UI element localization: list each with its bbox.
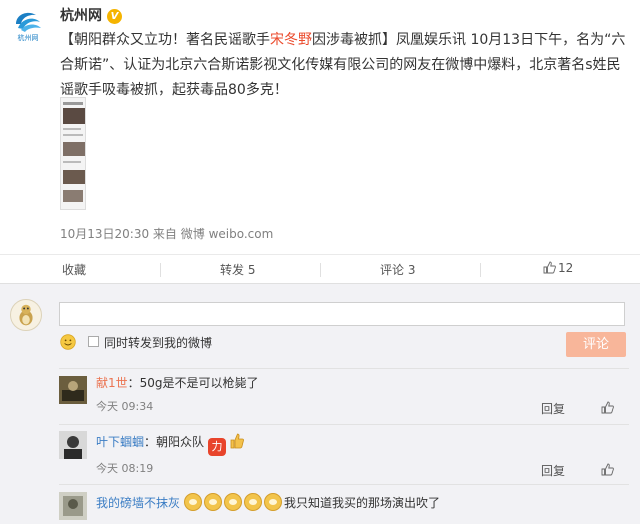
thumbs-up-emoji-icon <box>230 433 244 449</box>
commenter-avatar[interactable] <box>59 492 87 520</box>
power-emoji-icon: 力 <box>208 438 227 456</box>
divider <box>160 263 161 277</box>
emoji-icon <box>264 493 283 511</box>
emoji-icon <box>204 493 223 511</box>
commenter-avatar[interactable] <box>59 376 87 404</box>
commenter-name-link[interactable]: 叶下蝈蝈 <box>96 435 144 449</box>
emoji-icon <box>244 493 263 511</box>
post-meta: 10月13日20:30 来自 微博 weibo.com <box>60 227 274 241</box>
comment-like-icon[interactable] <box>601 401 614 414</box>
comment-like-icon[interactable] <box>601 463 614 476</box>
emoji-icon <box>184 493 203 511</box>
post-author[interactable]: 杭州网 V <box>60 5 122 25</box>
author-name[interactable]: 杭州网 <box>60 8 102 24</box>
comment-text: 献1世：50g是不是可以枪毙了 <box>96 374 259 391</box>
comment-text: 我的磅墙不抹灰 我只知道我买的那场演出吹了 <box>96 493 440 511</box>
hangzhou-net-logo[interactable]: 杭州网 <box>8 6 48 46</box>
reply-button[interactable]: 回复 <box>541 462 565 479</box>
comment-button[interactable]: 评论 3 <box>380 261 415 278</box>
post-text: 【朝阳群众又立功！著名民谣歌手宋冬野因涉毒被抓】凤凰娱乐讯 10月13日下午，名… <box>60 28 630 103</box>
post-image-thumbnail[interactable] <box>60 97 86 210</box>
divider <box>480 263 481 277</box>
also-forward-checkbox[interactable] <box>88 336 99 347</box>
thumbs-up-icon <box>543 261 556 274</box>
svg-text:杭州网: 杭州网 <box>18 33 39 42</box>
comment-content: ：50g是不是可以枪毙了 <box>127 376 259 390</box>
weibo-post: 杭州网 杭州网 V 【朝阳群众又立功！著名民谣歌手宋冬野因涉毒被抓】凤凰娱乐讯 1… <box>0 0 640 248</box>
commenter-name-link[interactable]: 献1世 <box>96 376 128 390</box>
divider <box>59 368 629 369</box>
verified-badge-icon: V <box>107 9 122 24</box>
comment-section: 同时转发到我的微博 评论 献1世：50g是不是可以枪毙了 今天 09:34 回复… <box>0 283 640 524</box>
emoji-picker-icon[interactable] <box>60 334 76 350</box>
emoji-icon <box>224 493 243 511</box>
current-user-avatar[interactable] <box>10 299 42 331</box>
post-action-bar: 收藏 转发 5 评论 3 12 <box>0 254 640 282</box>
comment-time: 今天 09:34 <box>96 400 154 413</box>
also-forward-label: 同时转发到我的微博 <box>104 336 213 350</box>
comment-time: 今天 08:19 <box>96 462 154 475</box>
post-text-highlight-link[interactable]: 宋冬野 <box>270 32 312 48</box>
divider <box>320 263 321 277</box>
like-count: 12 <box>558 261 574 275</box>
post-text-part1: 【朝阳群众又立功！著名民谣歌手 <box>60 32 270 48</box>
comment-content: 我只知道我买的那场演出吹了 <box>284 496 441 510</box>
divider <box>59 484 629 485</box>
commenter-avatar[interactable] <box>59 431 87 459</box>
reply-button[interactable]: 回复 <box>541 400 565 417</box>
submit-comment-button[interactable]: 评论 <box>566 332 626 357</box>
comment-content: ：朝阳众队 <box>144 435 205 449</box>
commenter-name-link[interactable]: 我的磅墙不抹灰 <box>96 496 180 510</box>
forward-button[interactable]: 转发 5 <box>220 261 255 278</box>
comment-input[interactable] <box>59 302 625 326</box>
like-button[interactable]: 12 <box>543 261 573 275</box>
comment-text: 叶下蝈蝈：朝阳众队力 <box>96 432 245 456</box>
divider <box>59 424 629 425</box>
favorite-button[interactable]: 收藏 <box>62 261 86 278</box>
